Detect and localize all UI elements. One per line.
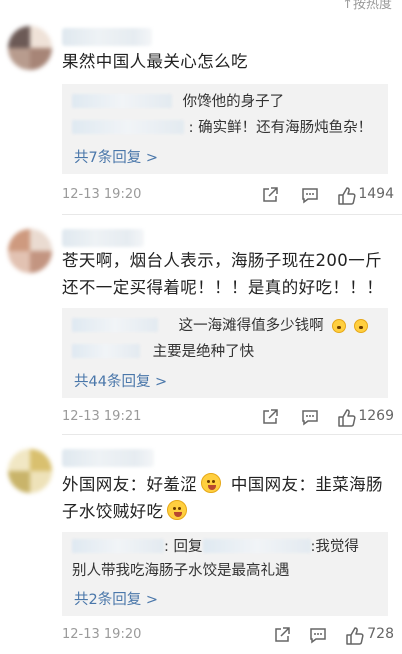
- reply-text: :我觉得: [310, 539, 359, 555]
- replies-box[interactable]: 这一海滩得值多少钱啊 主要是绝种了快 共44条回复 >: [62, 308, 388, 398]
- replies-box[interactable]: 你馋他的身子了 : 确实鲜！还有海肠炖鱼杂！ 共7条回复 >: [62, 84, 388, 174]
- like-count: 1494: [358, 186, 394, 202]
- like-icon[interactable]: [344, 625, 366, 647]
- emoji-icon: [354, 319, 369, 333]
- reply-username[interactable]: [72, 120, 184, 134]
- comment-line: 中国网友：韭菜海肠: [230, 475, 383, 494]
- timestamp: 12-13 19:21: [62, 409, 142, 424]
- comment-icon[interactable]: [300, 185, 322, 207]
- comment-item: 苍天啊，烟台人表示，海肠子现在200一斤 还不一定买得着呢！！！是真的好吃！！！…: [0, 215, 402, 435]
- comment-text: 苍天啊，烟台人表示，海肠子现在200一斤 还不一定买得着呢！！！是真的好吃！！！: [62, 247, 388, 301]
- more-replies-link[interactable]: 共44条回复 >: [74, 370, 167, 391]
- share-icon[interactable]: [260, 407, 282, 429]
- like-icon[interactable]: [336, 185, 358, 207]
- username[interactable]: [62, 229, 144, 247]
- comment-icon[interactable]: [308, 625, 330, 647]
- reply-text: : 确实鲜！还有海肠炖鱼杂！: [188, 120, 373, 136]
- comment-line: 还不一定买得着呢！！！是真的好吃！！！: [62, 278, 384, 297]
- comment-meta: 12-13 19:20 1494: [62, 185, 394, 207]
- comment-text: 果然中国人最关心怎么吃: [62, 52, 248, 71]
- like-count: 1269: [358, 408, 394, 424]
- comment-line: 外国网友：好羞涩: [62, 475, 198, 494]
- comment-item: 外国网友：好羞涩 中国网友：韭菜海肠 子水饺贼好吃 : 回复 :我觉得 别人带我吃…: [0, 435, 402, 654]
- reply-text: 主要是绝种了快: [152, 344, 255, 360]
- comment-icon[interactable]: [300, 407, 322, 429]
- comment-item: 果然中国人最关心怎么吃 你馋他的身子了 : 确实鲜！还有海肠炖鱼杂！ 共7条回复…: [0, 0, 402, 215]
- avatar[interactable]: [8, 26, 52, 70]
- username[interactable]: [62, 449, 154, 467]
- reply-text: : 回复: [164, 539, 203, 555]
- reply-item[interactable]: 别人带我吃海肠子水饺是最高礼遇: [72, 561, 380, 581]
- share-icon[interactable]: [260, 185, 282, 207]
- timestamp: 12-13 19:20: [62, 187, 142, 202]
- reply-text: 这一海滩得值多少钱啊: [178, 318, 324, 334]
- username[interactable]: [62, 28, 152, 46]
- reply-target-username[interactable]: [202, 539, 311, 553]
- timestamp: 12-13 19:20: [62, 627, 142, 642]
- avatar[interactable]: [8, 449, 52, 493]
- comment-line: 子水饺贼好吃: [62, 502, 164, 521]
- comment-text: 外国网友：好羞涩 中国网友：韭菜海肠 子水饺贼好吃: [62, 471, 388, 525]
- reply-username[interactable]: [72, 539, 164, 553]
- reply-item[interactable]: : 回复 :我觉得: [72, 537, 380, 557]
- reply-username[interactable]: [72, 344, 140, 358]
- more-replies-link[interactable]: 共2条回复 >: [74, 588, 158, 609]
- share-icon[interactable]: [272, 625, 294, 647]
- reply-item[interactable]: 这一海滩得值多少钱啊: [72, 316, 380, 336]
- like-count: 728: [367, 626, 394, 642]
- reply-item[interactable]: 你馋他的身子了: [72, 92, 380, 112]
- reply-text: 别人带我吃海肠子水饺是最高礼遇: [72, 563, 290, 579]
- reply-item[interactable]: 主要是绝种了快: [72, 342, 380, 362]
- comment-meta: 12-13 19:20 728: [62, 625, 394, 647]
- reply-item[interactable]: : 确实鲜！还有海肠炖鱼杂！: [72, 118, 380, 138]
- reply-username[interactable]: [72, 318, 158, 332]
- like-icon[interactable]: [336, 407, 358, 429]
- emoji-icon: [167, 500, 188, 520]
- comment-meta: 12-13 19:21 1269: [62, 407, 394, 429]
- replies-box[interactable]: : 回复 :我觉得 别人带我吃海肠子水饺是最高礼遇 共2条回复 >: [62, 532, 388, 616]
- comment-line: 苍天啊，烟台人表示，海肠子现在200一斤: [62, 251, 382, 270]
- reply-text: 你馋他的身子了: [182, 94, 285, 110]
- reply-username[interactable]: [72, 94, 172, 108]
- avatar[interactable]: [8, 229, 52, 273]
- emoji-icon: [201, 473, 222, 493]
- emoji-icon: [332, 319, 347, 333]
- more-replies-link[interactable]: 共7条回复 >: [74, 146, 158, 167]
